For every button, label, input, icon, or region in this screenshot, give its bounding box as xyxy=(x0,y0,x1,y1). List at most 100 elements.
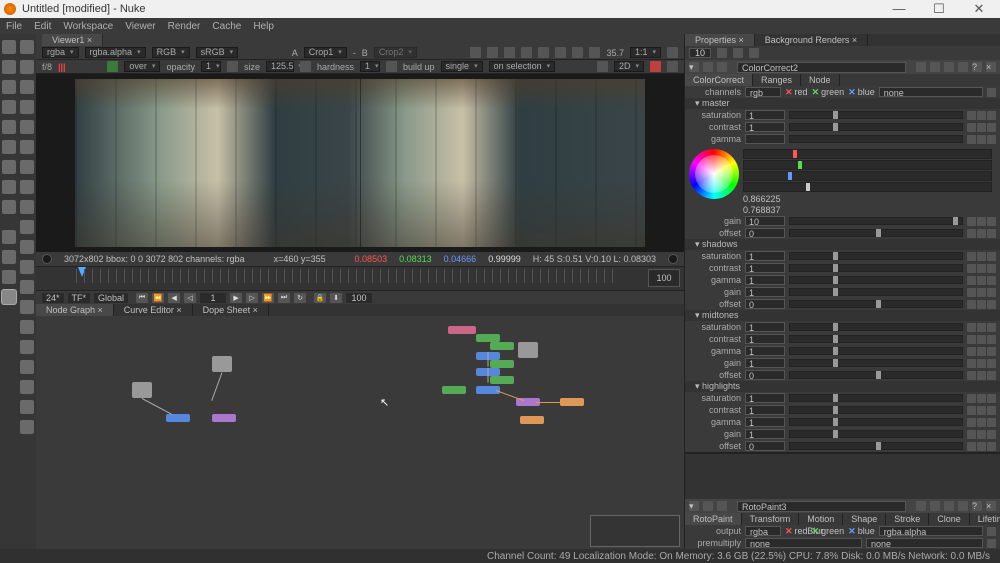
hi-gam-slider[interactable] xyxy=(789,418,963,426)
tab-node-graph[interactable]: Node Graph × xyxy=(36,304,114,316)
tab-dope-sheet[interactable]: Dope Sheet × xyxy=(193,304,269,316)
bezier-icon[interactable] xyxy=(20,80,34,94)
step-back-key-button[interactable]: ⏪ xyxy=(152,293,164,303)
anim-icon[interactable] xyxy=(987,123,996,132)
anim-icon[interactable] xyxy=(977,347,986,356)
shd-con-value[interactable]: 1 xyxy=(745,263,785,273)
loop-button[interactable]: ↻ xyxy=(294,293,306,303)
overlay-tool-icon[interactable] xyxy=(2,250,16,264)
tab-properties[interactable]: Properties × xyxy=(685,34,755,46)
viewer-settings-icon[interactable] xyxy=(667,61,678,72)
anim-icon[interactable] xyxy=(967,394,976,403)
subtab-ranges[interactable]: Ranges xyxy=(753,74,801,86)
anim-icon[interactable] xyxy=(987,264,996,273)
gain-a-slider[interactable] xyxy=(743,182,992,192)
anim-icon[interactable] xyxy=(977,135,986,144)
master-section[interactable]: ▾ master xyxy=(685,98,1000,109)
subtab-lifetime[interactable]: Lifetime xyxy=(970,513,1000,525)
hi-gam-value[interactable]: 1 xyxy=(745,417,785,427)
chk-blue[interactable]: ✕blue xyxy=(848,87,875,98)
anim-icon[interactable] xyxy=(967,406,976,415)
rectangle-icon[interactable] xyxy=(20,140,34,154)
menu-viewer[interactable]: Viewer xyxy=(125,21,155,32)
mid-gam-value[interactable]: 1 xyxy=(745,346,785,356)
lut-dropdown[interactable]: sRGB xyxy=(196,47,239,58)
float-panels-icon[interactable] xyxy=(749,48,759,58)
anim-icon[interactable] xyxy=(987,252,996,261)
channel-dropdown[interactable]: rgba xyxy=(42,47,79,58)
info-tool-icon[interactable] xyxy=(2,290,16,304)
anim-icon[interactable] xyxy=(987,442,996,451)
menu-render[interactable]: Render xyxy=(168,21,201,32)
gpu-icon[interactable] xyxy=(538,47,549,58)
anim-icon[interactable] xyxy=(967,264,976,273)
anim-icon[interactable] xyxy=(987,135,996,144)
smear-icon[interactable] xyxy=(20,280,34,294)
subtab-clone[interactable]: Clone xyxy=(929,513,970,525)
goto-end-button[interactable]: ⏭ xyxy=(278,293,290,303)
anim-icon[interactable] xyxy=(987,335,996,344)
mid-gain-value[interactable]: 1 xyxy=(745,358,785,368)
clip-tool-icon[interactable] xyxy=(2,200,16,214)
zoom-dropdown[interactable]: 1:1 xyxy=(630,47,661,58)
menu-help[interactable]: Help xyxy=(253,21,274,32)
anim-icon[interactable] xyxy=(987,418,996,427)
hi-sat-slider[interactable] xyxy=(789,394,963,402)
sync-dropdown[interactable]: Global xyxy=(94,293,128,303)
sat-value[interactable]: 1 xyxy=(745,110,785,120)
lifetime-dropdown[interactable]: single xyxy=(441,61,483,72)
anim-icon[interactable] xyxy=(967,335,976,344)
add-point-icon[interactable] xyxy=(20,340,34,354)
smooth-icon[interactable] xyxy=(20,400,34,414)
ellipse-icon[interactable] xyxy=(20,120,34,134)
frame-nav[interactable]: f/8 xyxy=(42,62,52,72)
sharpen-icon[interactable] xyxy=(20,260,34,274)
anim-icon[interactable] xyxy=(987,276,996,285)
anim-icon[interactable] xyxy=(977,430,986,439)
anim-icon[interactable] xyxy=(967,288,976,297)
hard-link-icon[interactable] xyxy=(300,61,311,72)
anim-icon[interactable] xyxy=(967,252,976,261)
maximize-button[interactable]: ☐ xyxy=(926,1,952,17)
roi-icon[interactable] xyxy=(487,47,498,58)
anim-icon[interactable] xyxy=(977,300,986,309)
crop-tool-icon[interactable] xyxy=(2,120,16,134)
help-icon[interactable]: ? xyxy=(972,501,982,511)
gam-value[interactable] xyxy=(745,134,785,144)
undo-icon[interactable] xyxy=(916,501,926,511)
b-input-dropdown[interactable]: Crop2 xyxy=(374,47,417,58)
a-input-dropdown[interactable]: Crop1 xyxy=(304,47,347,58)
anim-icon[interactable] xyxy=(967,347,976,356)
tf-dropdown[interactable]: TF* xyxy=(68,293,91,303)
menu-file[interactable]: File xyxy=(6,21,22,32)
zoom-tool-icon[interactable] xyxy=(2,60,16,74)
anim-icon[interactable] xyxy=(977,406,986,415)
colorspace-dropdown[interactable]: RGB xyxy=(152,47,190,58)
proxy-icon[interactable] xyxy=(504,47,515,58)
shd-gain-value[interactable]: 1 xyxy=(745,287,785,297)
chk-red[interactable]: ✕red xyxy=(785,87,808,98)
close-panel-icon[interactable]: × xyxy=(986,501,996,511)
anim-icon[interactable] xyxy=(987,217,996,226)
anim-icon[interactable] xyxy=(967,430,976,439)
color-wheel[interactable] xyxy=(689,149,739,199)
grade-node[interactable] xyxy=(490,360,514,368)
gain-r-slider[interactable] xyxy=(743,149,992,159)
brush-icon[interactable] xyxy=(20,160,34,174)
nodegraph-minimap[interactable] xyxy=(590,515,680,547)
anim-icon[interactable] xyxy=(977,394,986,403)
subtab-node[interactable]: Node xyxy=(801,74,840,86)
tab-curve-editor[interactable]: Curve Editor × xyxy=(114,304,193,316)
anim-icon[interactable] xyxy=(967,111,976,120)
step-fwd-button[interactable]: ▷ xyxy=(246,293,258,303)
anim-icon[interactable] xyxy=(977,229,986,238)
anim-icon[interactable] xyxy=(987,406,996,415)
hi-off-value[interactable]: 0 xyxy=(745,441,785,451)
goto-start-button[interactable]: ⏮ xyxy=(136,293,148,303)
hi-gain-slider[interactable] xyxy=(789,430,963,438)
lock-panels-icon[interactable] xyxy=(733,48,743,58)
hi-con-slider[interactable] xyxy=(789,406,963,414)
anim-icon[interactable] xyxy=(977,123,986,132)
chk-green[interactable]: ✕green xyxy=(812,526,845,537)
node-name-field[interactable]: ColorCorrect2 xyxy=(737,62,906,73)
